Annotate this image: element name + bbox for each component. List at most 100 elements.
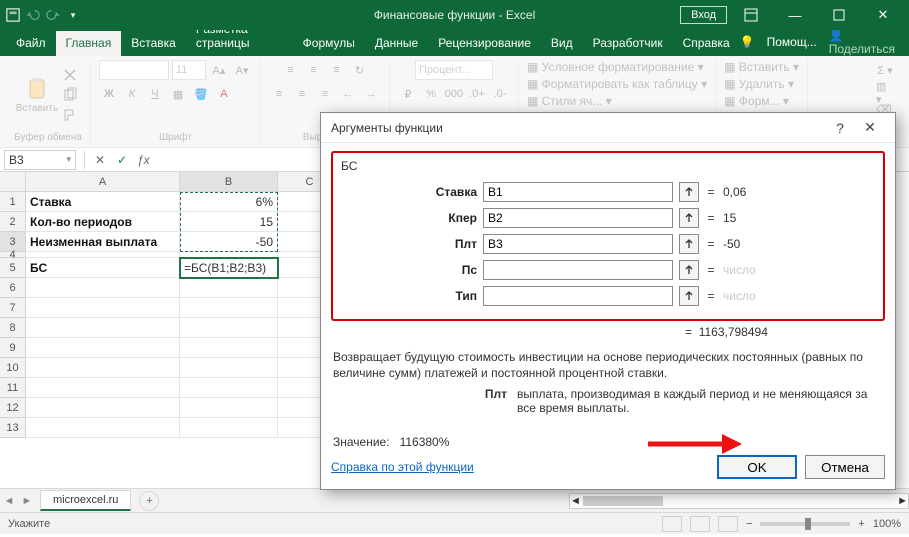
select-all-corner[interactable] <box>0 172 26 192</box>
font-name-combo[interactable] <box>99 60 169 80</box>
dialog-close-icon[interactable]: ✕ <box>855 119 885 136</box>
tab-developer[interactable]: Разработчик <box>583 31 673 56</box>
undo-icon[interactable] <box>26 8 40 22</box>
italic-button[interactable]: К <box>122 84 142 104</box>
tab-formulas[interactable]: Формулы <box>293 31 365 56</box>
arg-input-type[interactable] <box>483 286 673 306</box>
dec-decimal-icon[interactable]: .0- <box>490 84 510 104</box>
fill-icon[interactable]: ▥ ▾ <box>875 83 895 103</box>
cell-B11[interactable] <box>180 378 278 398</box>
align-left-icon[interactable]: ≡ <box>269 84 289 104</box>
row-header-13[interactable]: 13 <box>0 418 25 438</box>
tellme-label[interactable]: Помощ... <box>767 35 817 49</box>
arg-input-rate[interactable] <box>483 182 673 202</box>
cell-A8[interactable] <box>26 318 180 338</box>
row-header-9[interactable]: 9 <box>0 338 25 358</box>
cell-A13[interactable] <box>26 418 180 438</box>
tab-home[interactable]: Главная <box>56 31 122 56</box>
new-sheet-button[interactable]: + <box>139 491 159 511</box>
range-select-icon[interactable] <box>679 208 699 228</box>
cell-A2[interactable]: Кол-во периодов <box>26 212 180 232</box>
col-header-B[interactable]: B <box>180 172 278 191</box>
enter-formula-icon[interactable]: ✓ <box>111 153 133 167</box>
grid-body[interactable]: Ставка6% Кол-во периодов15 Неизменная вы… <box>26 192 342 438</box>
cell-B12[interactable] <box>180 398 278 418</box>
fx-icon[interactable]: ƒx <box>137 153 150 167</box>
bold-button[interactable]: Ж <box>99 84 119 104</box>
format-cells-button[interactable]: ▦ Форм... ▾ <box>724 94 789 108</box>
cancel-button[interactable]: Отмена <box>805 455 885 479</box>
range-select-icon[interactable] <box>679 260 699 280</box>
tab-help[interactable]: Справка <box>673 31 740 56</box>
cell-styles-button[interactable]: ▦ Стили яч... ▾ <box>527 94 612 108</box>
cell-A12[interactable] <box>26 398 180 418</box>
sheet-tab-active[interactable]: microexcel.ru <box>40 490 131 511</box>
font-color-button[interactable]: A <box>214 84 234 104</box>
delete-cells-button[interactable]: ▦ Удалить ▾ <box>724 77 794 91</box>
tab-review[interactable]: Рецензирование <box>428 31 541 56</box>
arg-input-pmt[interactable] <box>483 234 673 254</box>
cell-A7[interactable] <box>26 298 180 318</box>
number-format-combo[interactable]: Процент... <box>415 60 493 80</box>
align-middle-icon[interactable]: ≡ <box>303 60 323 80</box>
tab-nav-next[interactable]: ► <box>18 495 36 507</box>
cell-A6[interactable] <box>26 278 180 298</box>
zoom-out-button[interactable]: − <box>746 518 752 530</box>
close-button[interactable]: ✕ <box>863 0 903 30</box>
name-box[interactable]: B3▾ <box>4 150 76 170</box>
ribbon-options-icon[interactable] <box>731 0 771 30</box>
autosave-icon[interactable] <box>6 8 20 22</box>
currency-icon[interactable]: ₽ <box>398 84 418 104</box>
comma-icon[interactable]: 000 <box>444 84 464 104</box>
row-header-2[interactable]: 2 <box>0 212 25 232</box>
zoom-level[interactable]: 100% <box>873 518 901 530</box>
minimize-button[interactable]: — <box>775 0 815 30</box>
cell-A11[interactable] <box>26 378 180 398</box>
dialog-help-icon[interactable]: ? <box>825 120 855 136</box>
autosum-icon[interactable]: Σ ▾ <box>875 60 895 80</box>
qat-customize-icon[interactable]: ▾ <box>66 8 80 22</box>
row-header-1[interactable]: 1 <box>0 192 25 212</box>
cell-A5[interactable]: БС <box>26 258 180 278</box>
row-header-5[interactable]: 5 <box>0 258 25 278</box>
range-select-icon[interactable] <box>679 182 699 202</box>
dialog-titlebar[interactable]: Аргументы функции ? ✕ <box>321 113 895 143</box>
ok-button[interactable]: OK <box>717 455 797 479</box>
indent-dec-icon[interactable]: ← <box>338 84 358 104</box>
view-page-layout-icon[interactable] <box>690 516 710 532</box>
arg-input-pv[interactable] <box>483 260 673 280</box>
horizontal-scrollbar[interactable]: ◄► <box>569 493 909 509</box>
align-top-icon[interactable]: ≡ <box>280 60 300 80</box>
tab-file[interactable]: Файл <box>6 31 56 56</box>
shrink-font-icon[interactable]: A▾ <box>232 60 252 80</box>
cell-A10[interactable] <box>26 358 180 378</box>
redo-icon[interactable] <box>46 8 60 22</box>
orientation-icon[interactable]: ↻ <box>349 60 369 80</box>
scrollbar-thumb[interactable] <box>583 496 663 506</box>
cell-A9[interactable] <box>26 338 180 358</box>
align-right-icon[interactable]: ≡ <box>315 84 335 104</box>
cell-B13[interactable] <box>180 418 278 438</box>
align-center-icon[interactable]: ≡ <box>292 84 312 104</box>
inc-decimal-icon[interactable]: .0+ <box>467 84 487 104</box>
row-header-10[interactable]: 10 <box>0 358 25 378</box>
cell-A1[interactable]: Ставка <box>26 192 180 212</box>
chevron-down-icon[interactable]: ▾ <box>66 154 71 165</box>
tellme-icon[interactable]: 💡 <box>740 35 755 49</box>
cell-A3[interactable]: Неизменная выплата <box>26 232 180 252</box>
indent-inc-icon[interactable]: → <box>361 84 381 104</box>
format-painter-icon[interactable] <box>62 107 78 123</box>
grow-font-icon[interactable]: A▴ <box>209 60 229 80</box>
view-page-break-icon[interactable] <box>718 516 738 532</box>
cell-B5[interactable]: =БС(B1;B2;B3) <box>180 258 278 278</box>
cancel-formula-icon[interactable]: ✕ <box>89 153 111 167</box>
cell-B2[interactable]: 15 <box>180 212 278 232</box>
cell-B9[interactable] <box>180 338 278 358</box>
row-header-6[interactable]: 6 <box>0 278 25 298</box>
underline-button[interactable]: Ч <box>145 84 165 104</box>
format-table-button[interactable]: ▦ Форматировать как таблицу ▾ <box>527 77 707 91</box>
share-button[interactable]: 👤 Поделиться <box>829 28 895 56</box>
tab-nav-prev[interactable]: ◄ <box>0 495 18 507</box>
cond-format-button[interactable]: ▦ Условное форматирование ▾ <box>527 60 704 74</box>
arg-input-nper[interactable] <box>483 208 673 228</box>
